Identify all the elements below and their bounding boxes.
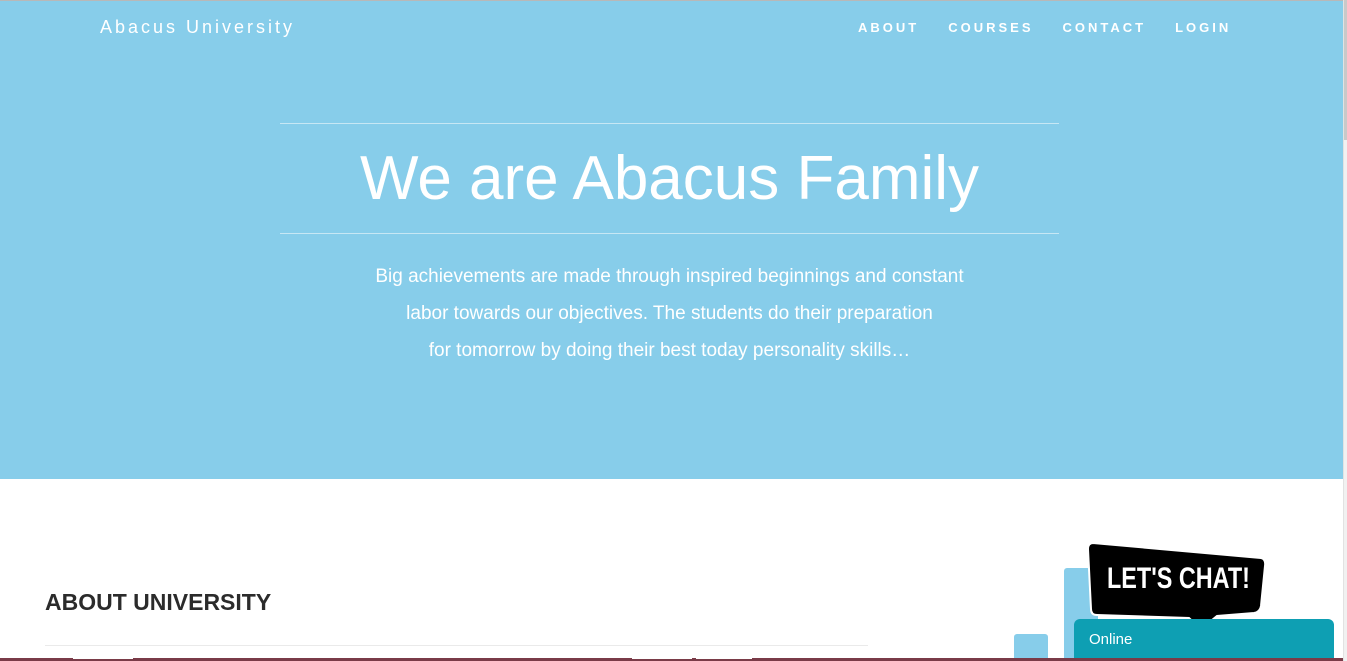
nav-item-courses[interactable]: COURSES: [948, 20, 1033, 35]
nav-item-contact[interactable]: CONTACT: [1063, 20, 1147, 35]
about-heading: ABOUT UNIVERSITY: [45, 589, 272, 615]
hero-description-line: for tomorrow by doing their best today p…: [428, 340, 911, 361]
page: Abacus University ABOUT COURSES CONTACT …: [0, 0, 1347, 661]
page-scrollbar[interactable]: [1343, 0, 1347, 661]
hero-divider-bottom: [280, 233, 1059, 234]
hero-section: Abacus University ABOUT COURSES CONTACT …: [0, 0, 1343, 479]
hero-divider-top: [280, 123, 1059, 124]
hero-title: We are Abacus Family: [359, 144, 980, 213]
nav-item-about[interactable]: ABOUT: [858, 20, 919, 35]
strip-mark: [632, 657, 692, 659]
decorative-block: [1014, 634, 1048, 661]
nav-item-login[interactable]: LOGIN: [1175, 20, 1231, 35]
hero-description-line: Big achievements are made through inspir…: [375, 266, 964, 287]
strip-mark: [696, 657, 752, 659]
brand-logo-link[interactable]: Abacus University: [100, 17, 295, 38]
lets-chat-label[interactable]: LET'S CHAT!: [1107, 562, 1250, 596]
main-nav: ABOUT COURSES CONTACT LOGIN: [858, 20, 1231, 35]
hero-description: Big achievements are made through inspir…: [300, 258, 1039, 369]
chat-widget-bar[interactable]: Online: [1074, 619, 1334, 661]
chat-status: Online: [1089, 631, 1133, 648]
strip-mark: [73, 657, 133, 659]
about-divider: [45, 645, 868, 646]
hero-description-line: labor towards our objectives. The studen…: [406, 303, 933, 324]
